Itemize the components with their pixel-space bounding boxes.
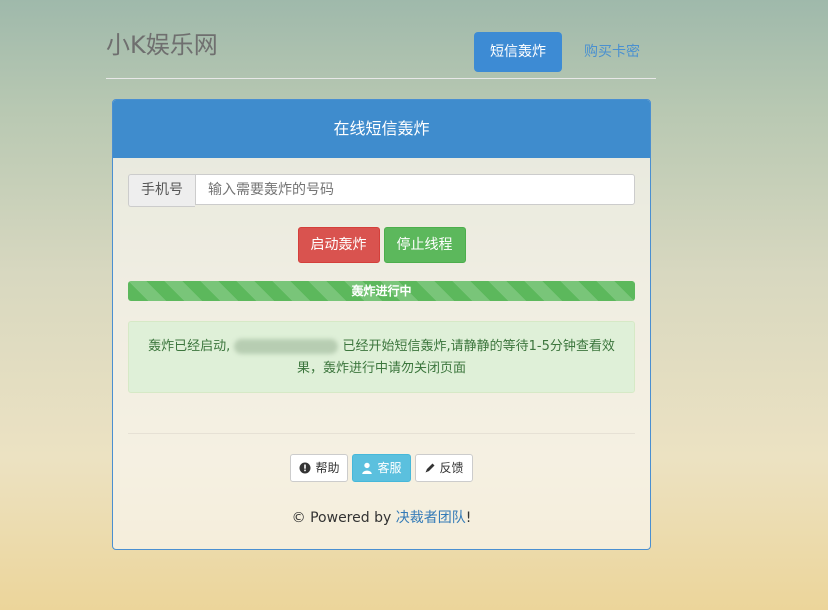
support-label: 客服 bbox=[377, 461, 402, 475]
progress-track: 轰炸进行中 bbox=[128, 281, 635, 301]
footer: © Powered by 决裁者团队! bbox=[113, 507, 650, 527]
redacted-phone bbox=[234, 339, 339, 354]
team-link[interactable]: 决裁者团队 bbox=[396, 510, 466, 526]
footer-suffix: ! bbox=[465, 510, 472, 526]
nav-sms-bomb[interactable]: 短信轰炸 bbox=[474, 32, 562, 72]
status-message-start: 轰炸已经启动, bbox=[148, 339, 231, 354]
pencil-icon bbox=[424, 462, 436, 474]
footer-prefix: © Powered by bbox=[291, 510, 396, 526]
phone-input[interactable] bbox=[195, 174, 635, 205]
toolbar: 帮助 客服 反馈 bbox=[113, 454, 650, 482]
divider bbox=[128, 433, 635, 434]
top-nav: 短信轰炸 购买卡密 bbox=[474, 32, 656, 72]
site-brand: 小K娱乐网 bbox=[106, 31, 218, 59]
help-icon bbox=[299, 462, 311, 474]
phone-input-group: 手机号 bbox=[128, 174, 635, 207]
help-label: 帮助 bbox=[315, 461, 340, 475]
feedback-label: 反馈 bbox=[439, 461, 464, 475]
feedback-button[interactable]: 反馈 bbox=[414, 454, 473, 482]
support-button[interactable]: 客服 bbox=[352, 454, 411, 482]
sms-bomb-panel: 在线短信轰炸 手机号 启动轰炸 停止线程 轰炸进行中 轰炸已经启动, 已经开始短… bbox=[112, 99, 651, 550]
status-message-end: 已经开始短信轰炸,请静静的等待1-5分钟查看效果，轰炸进行中请勿关闭页面 bbox=[296, 339, 615, 376]
progress-bar: 轰炸进行中 bbox=[128, 281, 635, 301]
help-button[interactable]: 帮助 bbox=[290, 454, 349, 482]
nav-buy-card[interactable]: 购买卡密 bbox=[568, 32, 656, 72]
action-buttons: 启动轰炸 停止线程 bbox=[113, 227, 650, 263]
site-header: 小K娱乐网 短信轰炸 购买卡密 bbox=[106, 22, 656, 79]
start-bomb-button[interactable]: 启动轰炸 bbox=[297, 227, 380, 263]
user-icon bbox=[361, 462, 373, 474]
phone-label: 手机号 bbox=[128, 174, 195, 207]
stop-thread-button[interactable]: 停止线程 bbox=[383, 227, 466, 263]
status-alert: 轰炸已经启动, 已经开始短信轰炸,请静静的等待1-5分钟查看效果，轰炸进行中请勿… bbox=[128, 321, 635, 393]
panel-title: 在线短信轰炸 bbox=[113, 100, 650, 158]
